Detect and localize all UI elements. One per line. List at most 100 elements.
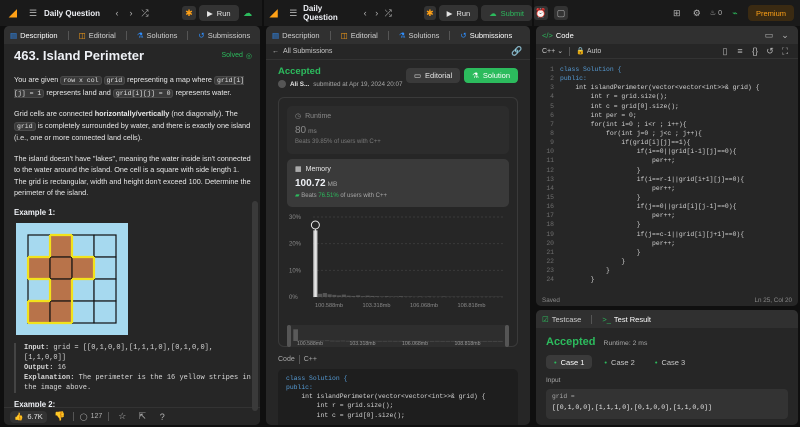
daily-question-title[interactable]: Daily Question [303, 4, 349, 22]
range-handle-right[interactable] [505, 325, 509, 347]
code-line[interactable]: } [560, 166, 798, 175]
tab-testcase[interactable]: ☑ Testcase [542, 315, 581, 324]
avatar-icon[interactable]: ⌁ [728, 6, 742, 20]
code-line[interactable]: if(j==c-1||grid[i][j+1]==0){ [560, 230, 798, 239]
run-button[interactable]: ▶ Run [199, 5, 239, 21]
tab-editorial[interactable]: ◫ Editorial [341, 31, 378, 40]
editorial-button[interactable]: ▭ Editorial [405, 68, 461, 83]
notes-icon[interactable]: ▢ [554, 6, 568, 20]
tab-solutions[interactable]: ⚗ Solutions [399, 31, 440, 40]
range-handle-left[interactable] [287, 325, 291, 347]
shuffle-icon[interactable]: ⤮ [383, 6, 395, 20]
brackets-icon[interactable]: {} [748, 44, 762, 58]
code-line[interactable]: for(int i=0 ; i<r ; i++){ [560, 120, 798, 129]
help-icon[interactable]: ? [155, 410, 169, 424]
language-select[interactable]: C++ ⌄ [542, 47, 563, 56]
right-topbar: ⏰ ▢ ⊞ ⚙ ♨ 0 ⌁ Premium [534, 0, 800, 26]
memory-distribution-chart[interactable]: 30% 20% 10% 0% 100.588mb 103.318mb 106.068mb 10… [287, 213, 509, 313]
collapse-icon[interactable]: ⌄ [778, 28, 792, 42]
range-slider[interactable]: 100.588mb 103.318mb 106.068mb 108.818mb [287, 325, 509, 347]
runtime-card[interactable]: ◷ Runtime 80 ms Beats 39.85% of users wit… [287, 106, 509, 154]
tab-editorial[interactable]: ◫ Editorial [79, 31, 116, 40]
like-button[interactable]: 👍 6.7K [10, 410, 47, 423]
share-icon[interactable]: ⇱ [135, 410, 149, 424]
divider [108, 412, 110, 421]
bookmark-icon[interactable]: ▯ [718, 44, 732, 58]
distribution-bar [370, 295, 375, 297]
user-avatar[interactable] [278, 80, 286, 88]
mini-bar [377, 340, 382, 342]
case-3-tab[interactable]: • Case 3 [647, 355, 693, 369]
reset-icon[interactable]: ↺ [763, 44, 777, 58]
code-line[interactable]: per++; [560, 239, 798, 248]
tab-submissions[interactable]: ↺ Submissions [198, 31, 250, 40]
shuffle-icon[interactable]: ⤮ [138, 6, 152, 20]
code-line[interactable]: int per = 0; [560, 111, 798, 120]
code-line[interactable]: } [560, 257, 798, 266]
code-line[interactable]: if(j==0||grid[i][j-1]==0){ [560, 202, 798, 211]
code-line[interactable]: int r = grid.size(); [560, 92, 798, 101]
case-2-tab[interactable]: • Case 2 [596, 355, 642, 369]
next-problem-icon[interactable]: › [371, 6, 383, 20]
leetcode-logo[interactable]: ◢ [268, 6, 280, 20]
code-editor[interactable]: 1 2 3 4 5 6 7 8 9 10 11 12 13 14 15 16 17 18 19 20 21 22 23 24 … [536, 59, 798, 284]
auto-toggle[interactable]: 🔒 Auto [576, 47, 601, 56]
code-line[interactable]: } [560, 266, 798, 275]
code-line[interactable]: for(int j=0 ; j<c ; j++){ [560, 129, 798, 138]
daily-question-title[interactable]: Daily Question [44, 9, 100, 18]
premium-button[interactable]: Premium [747, 5, 794, 21]
code-line[interactable]: if(i==0||grid[i-1][j]==0){ [560, 147, 798, 156]
code-line[interactable]: } [560, 248, 798, 257]
format-icon[interactable]: ≡ [733, 44, 747, 58]
tab-code[interactable]: </> Code [542, 31, 574, 40]
submit-button[interactable]: ☁ Submit [481, 5, 533, 21]
clock-timer-icon[interactable]: ⏰ [534, 6, 548, 20]
submit-cloud-icon[interactable]: ☁ [241, 6, 255, 20]
code-line[interactable]: if(grid[i][j]==1){ [560, 138, 798, 147]
favorite-star-icon[interactable]: ☆ [115, 410, 129, 424]
tab-test-result[interactable]: >_ Test Result [602, 315, 651, 324]
code-line[interactable]: per++; [560, 156, 798, 165]
tab-solutions[interactable]: ⚗ Solutions [137, 31, 178, 40]
streak-counter[interactable]: ♨ 0 [710, 9, 722, 18]
layout-grid-icon[interactable]: ⊞ [670, 6, 684, 20]
code-content[interactable]: class Solution {public: int islandPerime… [560, 65, 798, 284]
prev-problem-icon[interactable]: ‹ [359, 6, 371, 20]
code-line[interactable]: int c = grid[0].size(); [560, 102, 798, 111]
problem-list-icon[interactable]: ☰ [26, 6, 40, 20]
tab-description[interactable]: ▤ Description [272, 31, 320, 40]
username[interactable]: Ali S... [290, 81, 309, 88]
problem-title[interactable]: 463. Island Perimeter [14, 48, 144, 63]
case-1-tab[interactable]: • Case 1 [546, 355, 593, 369]
code-line[interactable]: public: [560, 74, 798, 83]
code-line[interactable]: class Solution { [560, 65, 798, 74]
description-scrollbar[interactable] [252, 201, 258, 411]
dislike-icon[interactable]: 👎 [53, 410, 67, 424]
next-problem-icon[interactable]: › [124, 6, 138, 20]
comments-button[interactable]: ◯ 127 [80, 413, 103, 421]
code-line[interactable]: } [560, 193, 798, 202]
tab-description[interactable]: ▤ Description [10, 31, 58, 40]
code-line[interactable]: int islandPerimeter(vector<vector<int>>&… [560, 83, 798, 92]
solution-button[interactable]: ⚗ Solution [464, 68, 518, 83]
memory-card[interactable]: ▦ Memory 100.72 MB ▰ Beats 76.51% of user… [287, 159, 509, 207]
water-cell [71, 233, 95, 258]
link-icon[interactable]: 🔗 [510, 45, 524, 59]
prev-problem-icon[interactable]: ‹ [110, 6, 124, 20]
maximize-icon[interactable]: ▭ [762, 28, 776, 42]
code-line[interactable]: per++; [560, 184, 798, 193]
debug-icon[interactable]: ✱ [424, 6, 436, 20]
leetcode-logo[interactable]: ◢ [6, 6, 20, 20]
code-line[interactable]: if(i==r-1||grid[i+1][j]==0){ [560, 175, 798, 184]
run-button[interactable]: ▶ Run [438, 5, 479, 21]
fullscreen-icon[interactable]: ⛶ [778, 44, 792, 58]
code-line[interactable]: per++; [560, 211, 798, 220]
distribution-bar [427, 296, 432, 297]
debug-icon[interactable]: ✱ [182, 6, 197, 20]
problem-list-icon[interactable]: ☰ [288, 6, 300, 20]
code-line[interactable]: } [560, 220, 798, 229]
code-line[interactable]: } [560, 275, 798, 284]
settings-gear-icon[interactable]: ⚙ [690, 6, 704, 20]
all-submissions-link[interactable]: ← All Submissions [272, 48, 332, 55]
tab-submissions[interactable]: ↺ Submissions [460, 31, 512, 40]
